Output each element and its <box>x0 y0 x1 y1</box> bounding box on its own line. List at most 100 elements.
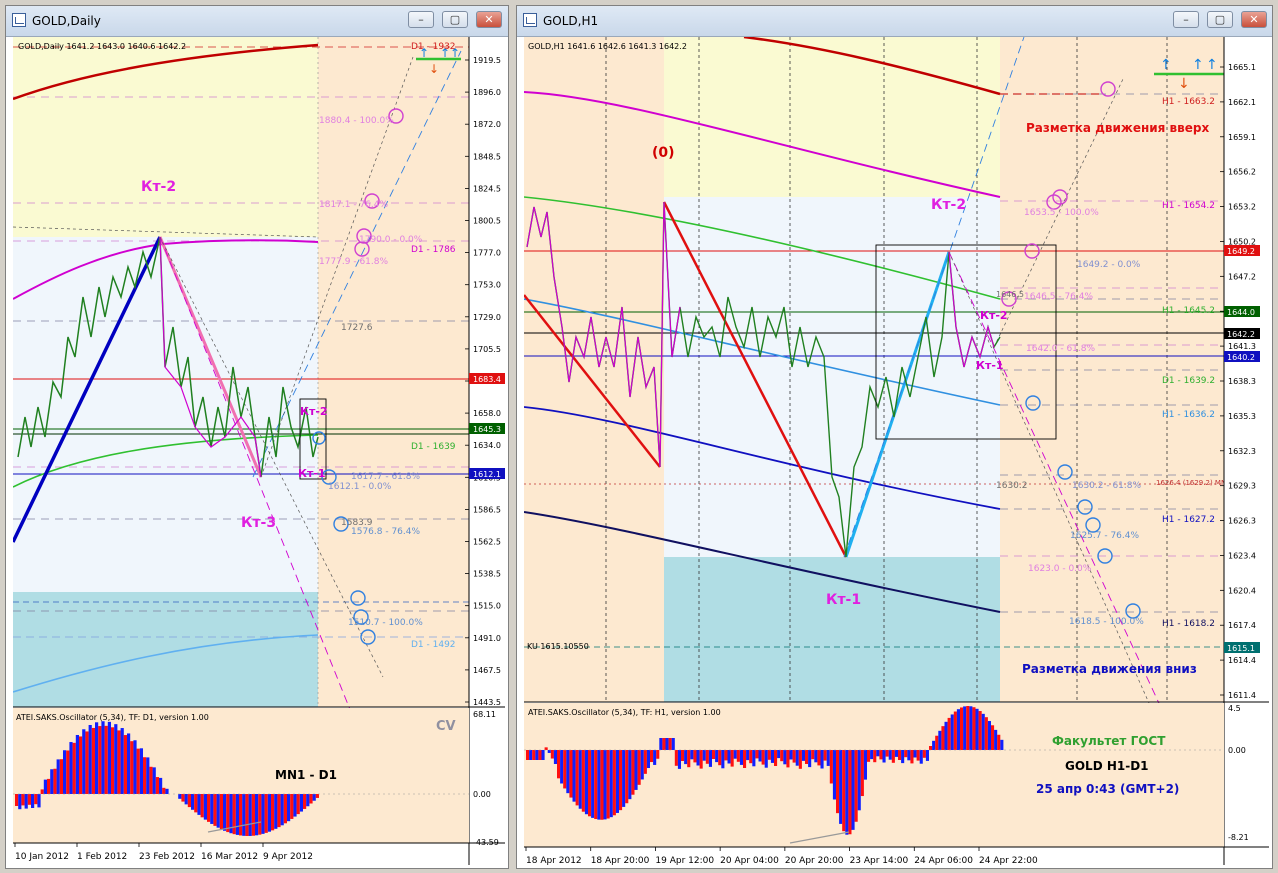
daily-price-chart[interactable]: ↑ ↑ ↑ ↓ GOLD,Daily 1641.2 1643.0 1640.6 … <box>13 37 505 865</box>
level-label: H1 - 1663.2 <box>1162 97 1215 107</box>
oscillator-bar <box>786 750 790 768</box>
fib-label: 1777.9 - 61.8% <box>319 257 388 267</box>
oscillator-bar <box>79 736 83 794</box>
oscillator-bar <box>184 794 188 805</box>
price-box-text: 1640.2 <box>1227 353 1255 362</box>
minimize-button[interactable]: – <box>408 11 434 28</box>
oscillator-bar <box>40 789 44 794</box>
minimize-button[interactable]: – <box>1173 11 1199 28</box>
oscillator-bar <box>653 750 657 765</box>
oscillator-bar <box>139 748 143 794</box>
oscillator-bar <box>245 794 249 836</box>
oscillator-bar <box>27 794 31 805</box>
oscillator-bar <box>303 794 307 809</box>
oscillator-bar <box>541 750 545 760</box>
oscillator-bar <box>767 750 771 760</box>
oscillator-bar <box>941 726 945 750</box>
maximize-button[interactable]: ▢ <box>1207 11 1233 28</box>
price-tick-label: 1659.1 <box>1228 133 1256 142</box>
oscillator-bar <box>727 750 731 764</box>
oscillator-bar <box>916 750 920 761</box>
h1-price-chart[interactable]: ↑ ↑ ↑ ↓ GOLD,H1 1641.6 1642.6 1641.3 164… <box>524 37 1269 865</box>
oscillator-bar <box>656 750 660 759</box>
window-titlebar[interactable]: GOLD,Daily – ▢ ✕ <box>6 6 508 37</box>
price-tick-label: 1635.3 <box>1228 412 1256 421</box>
oscillator-bar <box>814 750 818 763</box>
oscillator-bar <box>994 729 998 750</box>
price-tick-label: 1614.4 <box>1228 656 1256 665</box>
oscillator-bar <box>255 794 259 836</box>
oscillator-bar <box>251 794 255 836</box>
price-tick-label: 1586.5 <box>473 505 501 514</box>
oscillator-bar <box>929 746 933 750</box>
chart-window-gold-h1[interactable]: GOLD,H1 – ▢ ✕ ↑ ↑ ↑ ↓ GOLD,H1 1641.6 164… <box>516 5 1273 869</box>
level-label: H1 - 1636.2 <box>1162 410 1215 420</box>
price-box-text: 1642.2 <box>1227 330 1255 339</box>
date-tick-label: 9 Apr 2012 <box>263 852 313 862</box>
oscillator-bar <box>43 779 47 794</box>
oscillator-bar <box>287 794 291 822</box>
svg-text:↓: ↓ <box>1178 76 1190 92</box>
oscillator-bar <box>130 741 134 794</box>
oscillator-bar <box>842 750 846 832</box>
oscillator-bar <box>21 794 25 806</box>
oscillator-bar <box>293 794 297 817</box>
date-tick-label: 24 Apr 22:00 <box>979 856 1038 865</box>
oscillator-bar <box>690 750 694 760</box>
oscillator-bar <box>566 750 570 794</box>
oscillator-bar <box>277 794 281 828</box>
svg-text:↑: ↑ <box>1160 57 1172 73</box>
oscillator-bar <box>817 750 821 766</box>
price-tick-label: 1729.0 <box>473 313 501 322</box>
price-tick-label: 1634.0 <box>473 441 501 450</box>
oscillator-bar <box>677 750 681 769</box>
oscillator-bar <box>578 750 582 809</box>
oscillator-bar <box>563 750 567 789</box>
oscillator-bar <box>978 711 982 750</box>
maximize-button[interactable]: ▢ <box>442 11 468 28</box>
chart-header-text: GOLD,Daily 1641.2 1643.0 1640.6 1642.2 <box>18 42 186 51</box>
oscillator-bar <box>901 750 905 764</box>
oscillator-bar <box>665 738 669 750</box>
oscillator-bar <box>619 750 623 811</box>
oscillator-bar <box>557 750 561 779</box>
fib-label: 1646.5 - 76.4% <box>1024 292 1093 302</box>
oscillator-bar <box>15 794 19 806</box>
oscillator-bar <box>684 750 688 765</box>
oscillator-bar <box>932 740 936 750</box>
osc-timeframe-label: MN1 - D1 <box>275 768 337 782</box>
price-tick-label: 1658.0 <box>473 409 501 418</box>
oscillator-bar <box>696 750 700 766</box>
oscillator-bar <box>879 750 883 760</box>
oscillator-bar <box>823 750 827 761</box>
oscillator-bar <box>997 734 1001 750</box>
oscillator-bar <box>681 750 685 761</box>
chart-window-gold-daily[interactable]: GOLD,Daily – ▢ ✕ ↑ ↑ ↑ ↓ GOLD,Daily 1641… <box>5 5 509 869</box>
oscillator-bar <box>280 794 284 826</box>
oscillator-bar <box>991 725 995 750</box>
oscillator-bar <box>187 794 191 808</box>
oscillator-bar <box>662 738 666 750</box>
level-label: D1 - 1492 <box>411 640 456 650</box>
oscillator-bar <box>702 750 706 761</box>
oscillator-bar <box>764 750 768 768</box>
down-markup-label: Разметка движения вниз <box>1022 662 1197 676</box>
close-button[interactable]: ✕ <box>476 11 502 28</box>
zero-label: (0) <box>652 145 675 161</box>
oscillator-bar <box>82 729 86 794</box>
window-title: GOLD,Daily <box>32 14 101 28</box>
cv-label: CV <box>436 719 456 734</box>
oscillator-bar <box>584 750 588 815</box>
window-titlebar[interactable]: GOLD,H1 – ▢ ✕ <box>517 6 1272 37</box>
oscillator-bar <box>207 794 211 822</box>
oscillator-bar <box>146 757 150 794</box>
close-button[interactable]: ✕ <box>1241 11 1267 28</box>
price-box-text: 1645.3 <box>473 425 501 434</box>
fib-label: 1576.8 - 76.4% <box>351 527 420 537</box>
price-tick-label: 1443.5 <box>473 698 501 707</box>
price-tick-label: 1647.2 <box>1228 272 1256 281</box>
oscillator-bar <box>746 750 750 761</box>
price-tick-label: 1919.5 <box>473 56 501 65</box>
oscillator-bar <box>984 717 988 750</box>
oscillator-bar <box>34 794 38 805</box>
